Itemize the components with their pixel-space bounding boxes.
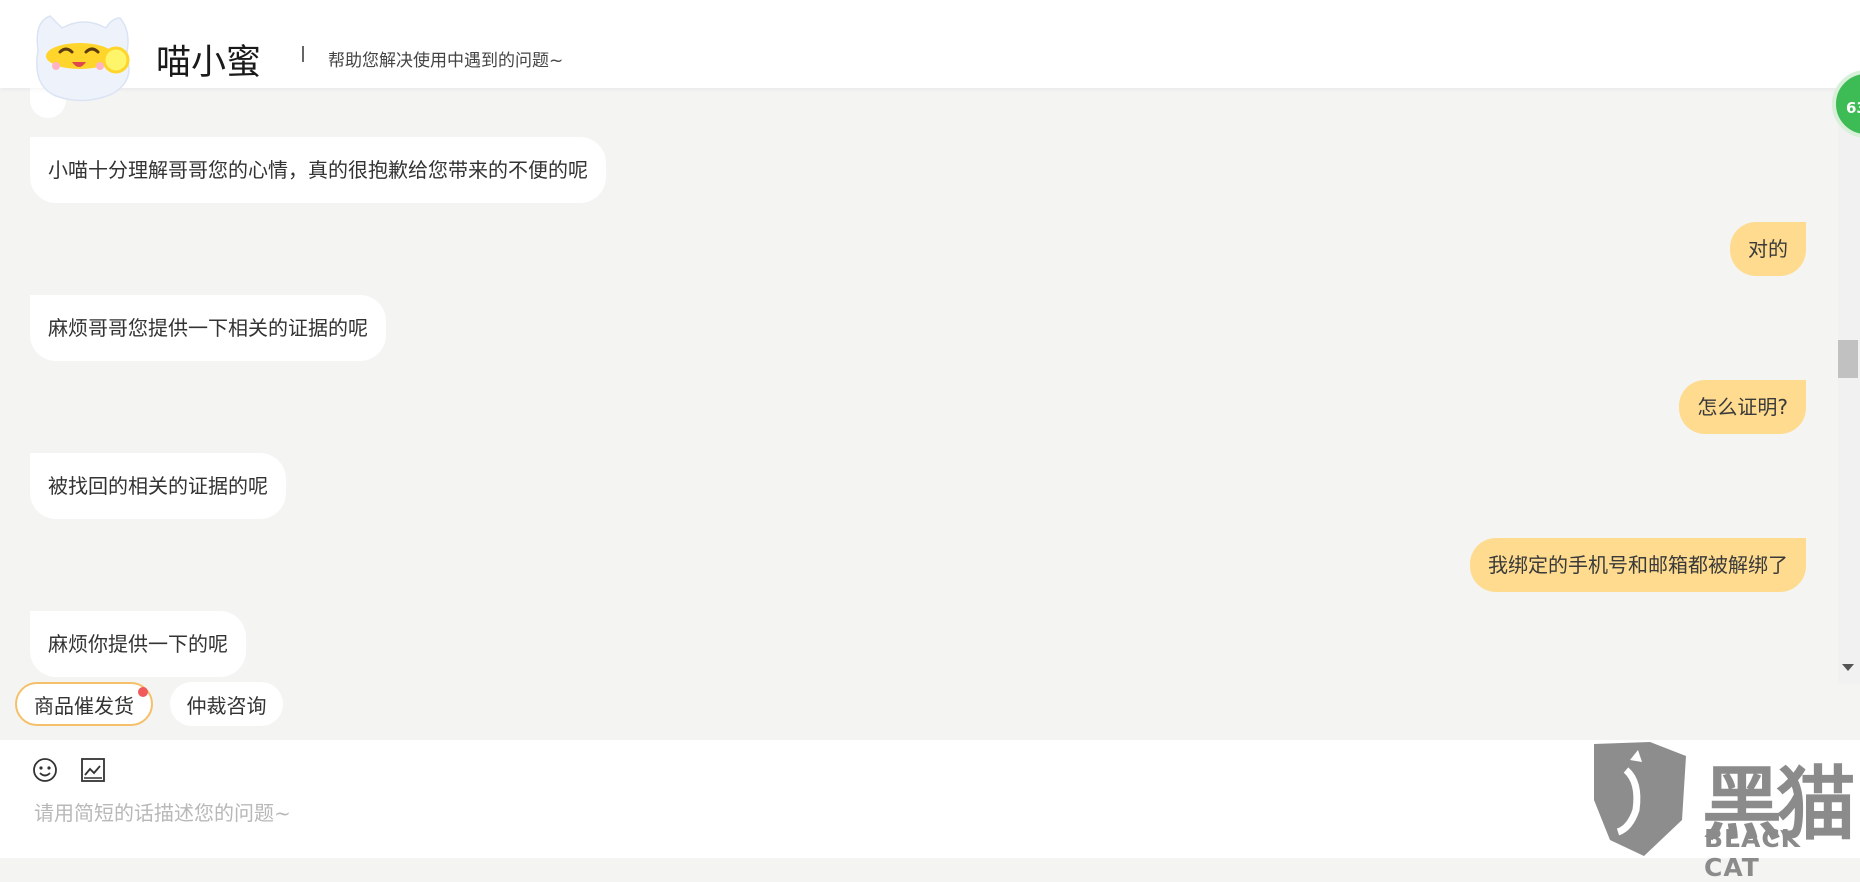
bot-message: 麻烦你提供一下的呢 [30, 611, 246, 677]
watermark-en: BLACK CAT [1704, 824, 1802, 882]
chat-header: 喵小蜜 帮助您解决使用中遇到的问题~ [0, 0, 1860, 88]
header-tagline: 帮助您解决使用中遇到的问题~ [328, 51, 564, 71]
message-input[interactable] [32, 796, 1536, 830]
quick-action-label: 仲裁咨询 [186, 693, 267, 718]
bot-message: 小喵十分理解哥哥您的心情，真的很抱歉给您带来的不便的呢 [30, 137, 606, 203]
scrollbar-track[interactable] [1838, 88, 1860, 684]
bot-message: 被找回的相关的证据的呢 [30, 453, 286, 519]
notification-dot [138, 687, 148, 697]
scroll-down-arrow-icon[interactable] [1842, 664, 1854, 671]
user-message: 对的 [1730, 222, 1806, 276]
chat-message-list[interactable]: 小喵十分理解哥哥您的心情，真的很抱歉给您带来的不便的呢 对的 麻烦哥哥您提供一下… [0, 88, 1838, 738]
mascot-avatar-icon [36, 15, 130, 102]
emoji-icon[interactable] [31, 756, 59, 784]
user-message: 怎么证明? [1679, 380, 1806, 434]
scrollbar-thumb[interactable] [1838, 340, 1858, 378]
image-upload-icon[interactable] [79, 756, 107, 784]
quick-action-urge-shipping[interactable]: 商品催发货 [15, 682, 153, 726]
user-message: 我绑定的手机号和邮箱都被解绑了 [1470, 538, 1806, 592]
header-divider [302, 46, 304, 62]
quick-action-label: 商品催发货 [34, 693, 134, 718]
bot-message: 麻烦哥哥您提供一下相关的证据的呢 [30, 295, 386, 361]
bot-name: 喵小蜜 [156, 43, 262, 83]
quick-action-arbitration[interactable]: 仲裁咨询 [170, 682, 283, 726]
